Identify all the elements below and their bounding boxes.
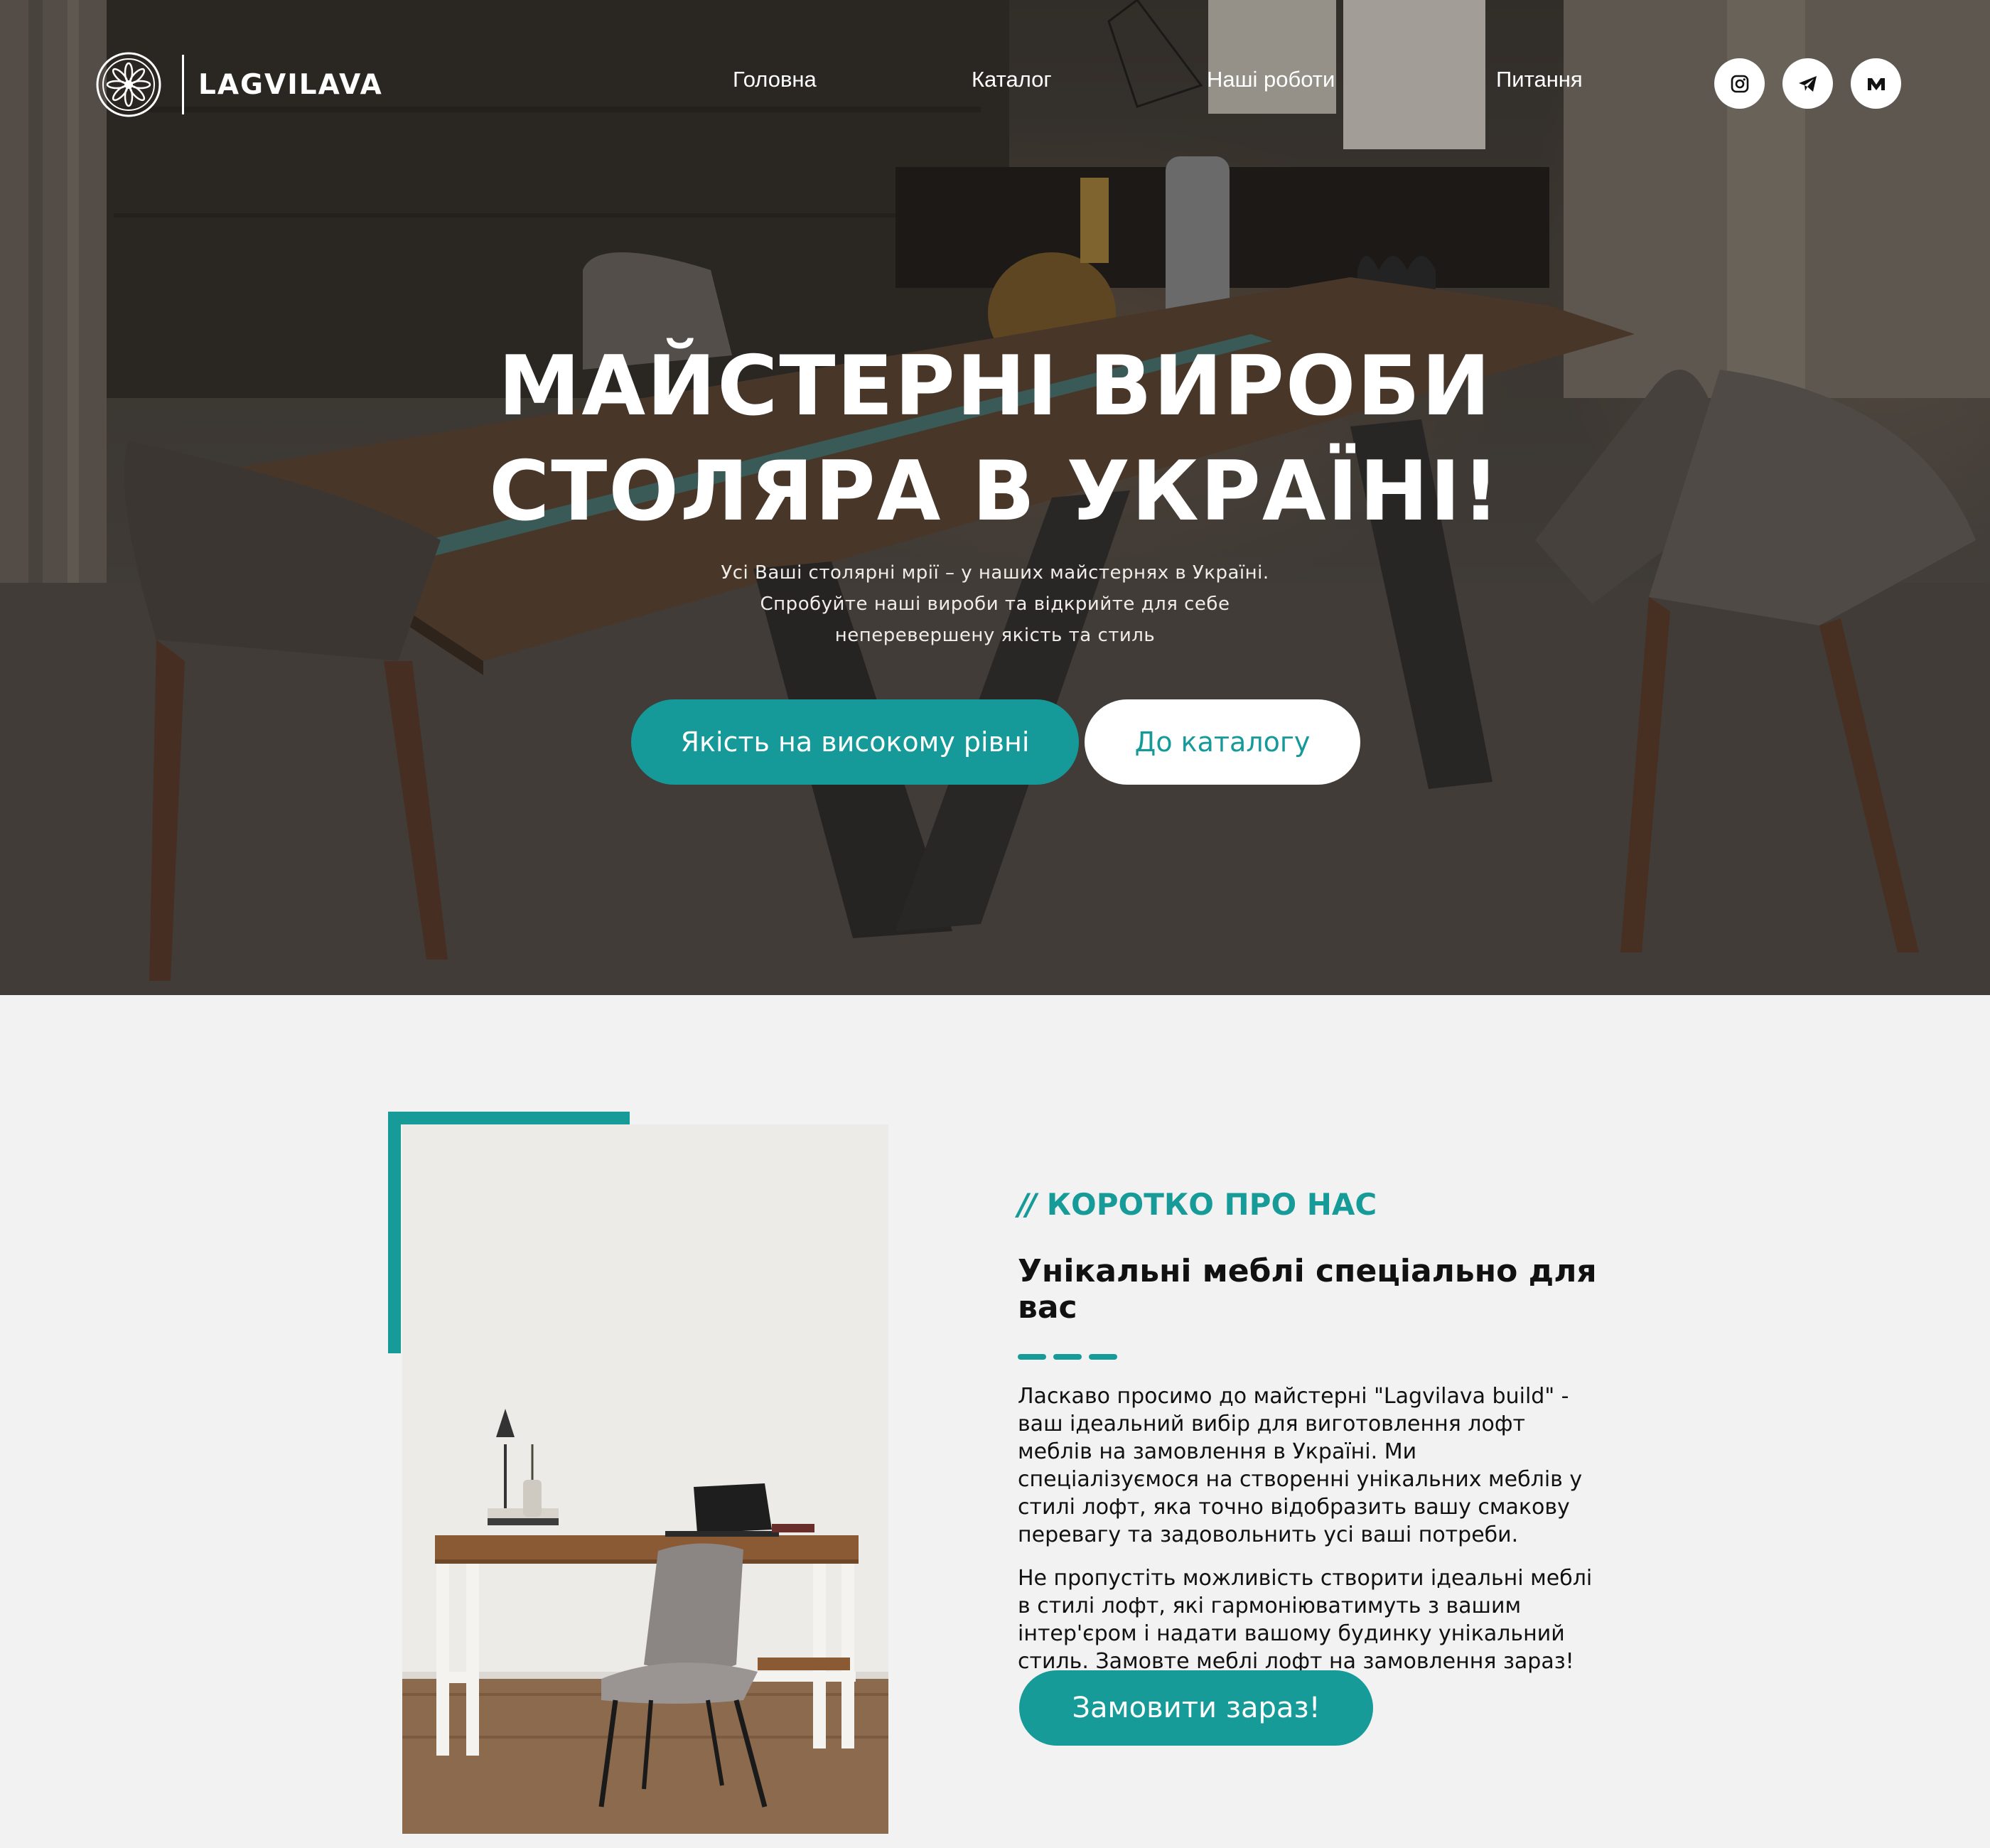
hero-subtitle-line-3: неперевершену якість та стиль: [834, 625, 1156, 646]
hero-subtitle: Усі Ваші столярні мрії – у наших майстер…: [0, 557, 1990, 651]
hero-section: LAGVILAVA Головна Каталог Наші роботи Пи…: [0, 0, 1990, 995]
order-now-button[interactable]: Замовити зараз!: [1019, 1670, 1373, 1746]
hero-title-line-2: СТОЛЯРА В УКРАЇНІ!: [489, 444, 1501, 539]
hero-subtitle-line-1: Усі Ваші столярні мрії – у наших майстер…: [721, 562, 1269, 584]
brand-name: LAGVILAVA: [198, 68, 383, 101]
telegram-button[interactable]: [1782, 58, 1833, 109]
m-letter-icon: [1867, 77, 1885, 90]
nav-item-home[interactable]: Головна: [733, 67, 817, 92]
social-links: [1714, 58, 1919, 109]
about-paragraph-2: Не пропустіть можливість створити ідеаль…: [1018, 1566, 1593, 1674]
flower-rosette-icon: [96, 52, 161, 117]
hero-title: МАЙСТЕРНІ ВИРОБИ СТОЛЯРА В УКРАЇНІ!: [0, 334, 1990, 544]
slashes-mark: //: [1018, 1187, 1037, 1222]
quality-button[interactable]: Якість на високому рівні: [631, 699, 1079, 785]
nav-item-catalog[interactable]: Каталог: [972, 67, 1052, 92]
hero-subtitle-line-2: Спробуйте наші вироби та відкрийте для с…: [760, 593, 1230, 615]
desk-photo: [402, 1124, 888, 1834]
logo-divider: [182, 55, 184, 114]
m-button[interactable]: [1851, 58, 1901, 109]
photo-accent-top: [388, 1112, 630, 1124]
heading-underline-dashes: [1018, 1354, 1601, 1360]
about-kicker: // КОРОТКО ПРО НАС: [1018, 1187, 1601, 1222]
logo[interactable]: LAGVILAVA: [95, 51, 383, 118]
to-catalog-button[interactable]: До каталогу: [1085, 699, 1360, 785]
about-section: // КОРОТКО ПРО НАС Унікальні меблі спеці…: [1018, 1187, 1601, 1675]
photo-accent-left: [388, 1112, 401, 1353]
about-kicker-text: КОРОТКО ПРО НАС: [1046, 1187, 1377, 1222]
instagram-button[interactable]: [1714, 58, 1765, 109]
nav-item-questions[interactable]: Питання: [1496, 67, 1583, 92]
hero-title-line-1: МАЙСТЕРНІ ВИРОБИ: [498, 338, 1492, 434]
instagram-icon: [1731, 75, 1748, 92]
about-heading: Унікальні меблі спеціально для вас: [1018, 1253, 1597, 1326]
about-paragraph-1: Ласкаво просимо до майстерні "Lagvilava …: [1018, 1384, 1583, 1547]
nav-item-our-works[interactable]: Наші роботи: [1207, 67, 1335, 92]
telegram-icon: [1798, 75, 1817, 92]
